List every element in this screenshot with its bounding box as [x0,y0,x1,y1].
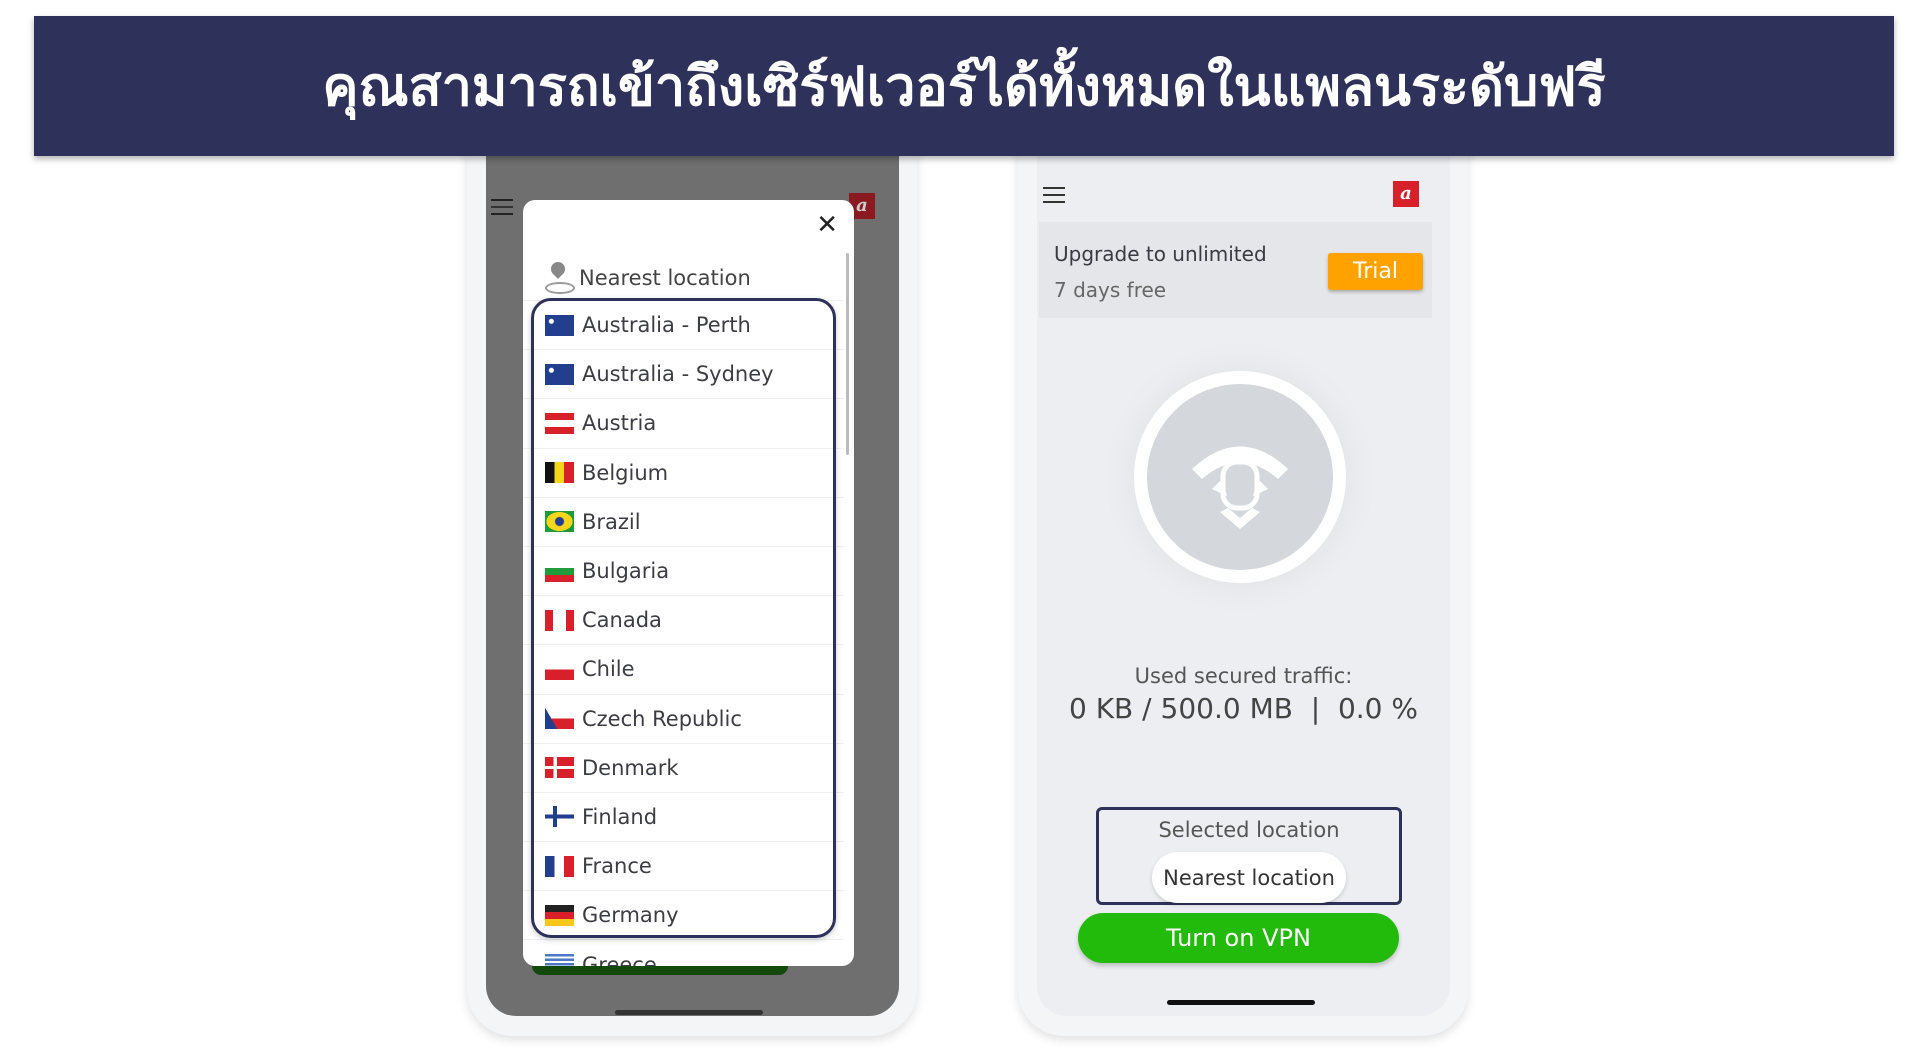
flag-au-icon [545,363,574,385]
location-label: Austria [582,411,657,436]
flag-fr-icon [545,855,574,877]
location-item[interactable]: Chile [523,644,844,693]
traffic-value: 0 KB / 500.0 MB | 0.0 % [1068,692,1418,725]
scrollbar[interactable] [846,253,849,455]
location-label: France [582,854,652,879]
location-item[interactable]: Australia - Perth [523,300,844,349]
location-item[interactable]: Belgium [523,447,844,497]
location-item[interactable]: Czech Republic [523,693,844,743]
nearest-location-label: Nearest location [579,266,751,290]
nearest-location-item[interactable]: Nearest location [545,262,751,294]
vpn-status-button[interactable] [1134,371,1346,583]
phone-screen: a Upgrade to unlimited 7 days free Trial… [1037,140,1450,1016]
menu-icon[interactable] [1043,187,1065,203]
location-pin-icon [545,262,575,294]
flag-dk-icon [545,757,574,779]
location-item[interactable]: Australia - Sydney [523,349,844,398]
selected-location-button[interactable]: Nearest location [1152,852,1346,903]
location-label: Germany [582,903,679,928]
location-label: Australia - Perth [582,313,751,338]
flag-ca-icon [545,609,574,631]
flag-at-icon [545,412,574,434]
location-item[interactable]: Finland [523,791,844,841]
location-item[interactable]: Germany [523,890,844,939]
upgrade-subtitle: 7 days free [1054,278,1167,302]
flag-au-icon [545,314,574,336]
flag-bg-icon [545,560,574,582]
banner-title: คุณสามารถเข้าถึงเซิร์ฟเวอร์ได้ทั้งหมดในแ… [34,16,1894,156]
flag-de-icon [545,904,574,926]
flag-br-icon [545,511,574,533]
flag-cl-icon [545,658,574,680]
home-indicator [1167,1000,1315,1005]
location-list: Australia - Perth Australia - Sydney Austr… [523,300,844,966]
avira-logo-icon: a [1393,181,1419,207]
location-label: Australia - Sydney [582,362,774,387]
trial-button[interactable]: Trial [1328,253,1423,290]
location-label: Czech Republic [582,706,742,731]
location-label: Belgium [582,460,669,485]
location-item[interactable]: Denmark [523,742,844,792]
flag-fi-icon [545,806,574,828]
location-item[interactable]: Bulgaria [523,545,844,595]
location-item[interactable]: Brazil [523,496,844,546]
location-label: Bulgaria [582,559,670,584]
flag-cz-icon [545,708,574,730]
selected-location-box: Selected location Nearest location [1096,807,1402,905]
turn-on-vpn-button[interactable]: Turn on VPN [1078,913,1399,963]
location-label: Canada [582,608,662,633]
home-indicator [615,1010,763,1015]
selected-location-label: Selected location [1158,818,1340,842]
location-item[interactable]: Canada [523,595,844,644]
flag-be-icon [545,462,574,484]
phone-screen: a ✕ Nearest location Australia - Perth Au… [486,140,899,1016]
location-modal: ✕ Nearest location Australia - Perth Aust… [523,200,854,966]
location-item[interactable]: France [523,841,844,890]
location-label: Greece [582,952,657,966]
menu-icon[interactable] [491,199,513,215]
location-label: Chile [582,657,635,682]
upgrade-card: Upgrade to unlimited 7 days free Trial [1039,222,1432,318]
location-label: Finland [582,804,658,829]
location-item[interactable]: Austria [523,398,844,447]
vpn-button-dimmed [532,966,788,975]
location-label: Denmark [582,755,679,780]
location-label: Brazil [582,509,641,534]
phone-location-list: a ✕ Nearest location Australia - Perth Au… [467,140,917,1036]
upgrade-title: Upgrade to unlimited [1054,242,1267,266]
used-traffic-label: Used secured traffic: [1134,664,1353,688]
flag-gr-icon [545,954,574,966]
phone-main-screen: a Upgrade to unlimited 7 days free Trial… [1018,140,1468,1036]
location-item[interactable]: Greece [523,939,844,966]
close-icon[interactable]: ✕ [816,210,838,240]
wifi-lock-icon [1192,446,1288,529]
